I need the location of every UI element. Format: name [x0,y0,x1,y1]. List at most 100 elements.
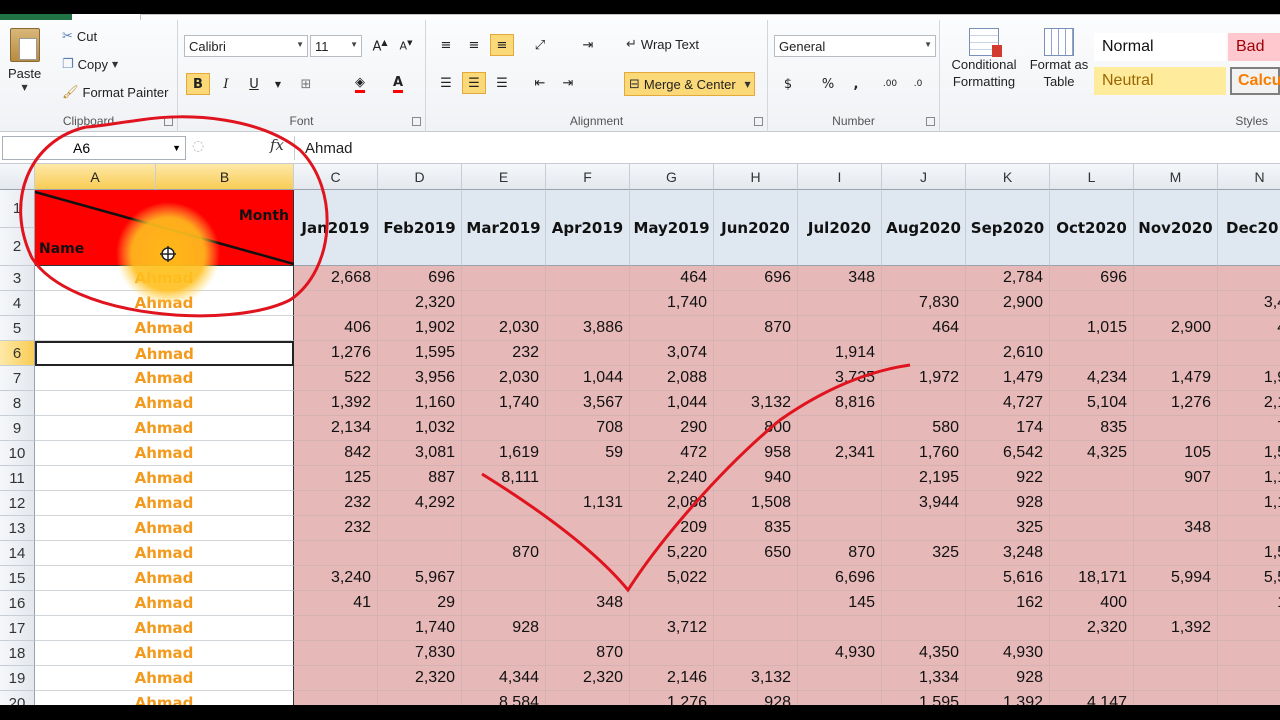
value-cell[interactable]: 4,350 [882,641,966,666]
name-cell[interactable]: Ahmad [35,391,294,416]
name-cell[interactable]: Ahmad [35,616,294,641]
italic-button[interactable]: I [214,73,238,95]
grow-font-button[interactable]: A▲ [368,35,392,57]
month-header-cell[interactable]: Oct2020 [1050,190,1134,266]
value-cell[interactable]: 348 [546,591,630,616]
value-cell[interactable] [714,641,798,666]
cut-button[interactable]: ✂ Cut [62,29,97,44]
value-cell[interactable]: 696 [378,266,462,291]
value-cell[interactable]: 696 [714,266,798,291]
row-header-17[interactable]: 17 [0,616,35,641]
value-cell[interactable]: 4,930 [966,641,1050,666]
column-header-e[interactable]: E [462,164,546,190]
row-header-16[interactable]: 16 [0,591,35,616]
value-cell[interactable]: 3,712 [630,616,714,641]
value-cell[interactable]: 928 [966,491,1050,516]
value-cell[interactable]: 928 [462,616,546,641]
value-cell[interactable] [714,366,798,391]
value-cell[interactable]: 8,111 [462,466,546,491]
row-header-14[interactable]: 14 [0,541,35,566]
month-header-cell[interactable]: Feb2019 [378,190,462,266]
value-cell[interactable]: 1,760 [882,441,966,466]
value-cell[interactable] [1134,266,1218,291]
value-cell[interactable] [378,541,462,566]
value-cell[interactable]: 1,044 [546,366,630,391]
value-cell[interactable]: 8,816 [798,391,882,416]
value-cell[interactable]: 209 [630,516,714,541]
value-cell[interactable]: 3,956 [378,366,462,391]
value-cell[interactable] [714,591,798,616]
value-cell[interactable]: 3,081 [378,441,462,466]
value-cell[interactable]: 928 [966,666,1050,691]
value-cell[interactable] [882,341,966,366]
value-cell[interactable]: 870 [798,541,882,566]
copy-button[interactable]: ❐ Copy ▼ [62,57,118,72]
value-cell[interactable]: 1,392 [1134,616,1218,641]
value-cell[interactable]: 1,972 [882,366,966,391]
value-cell[interactable]: 1,508 [714,491,798,516]
column-header-c[interactable]: C [294,164,378,190]
align-left-button[interactable]: ☰ [434,72,458,94]
value-cell[interactable] [462,516,546,541]
value-cell[interactable] [462,291,546,316]
header-merged-cell[interactable]: Month Name [35,190,294,266]
value-cell[interactable] [378,691,462,705]
value-cell[interactable]: 1,015 [1050,316,1134,341]
value-cell[interactable]: 1,276 [1134,391,1218,416]
value-cell[interactable] [882,516,966,541]
value-cell[interactable]: 922 [966,466,1050,491]
value-cell[interactable]: 4,930 [798,641,882,666]
value-cell[interactable]: 1,914 [798,341,882,366]
value-cell[interactable] [546,566,630,591]
value-cell[interactable] [546,341,630,366]
name-cell[interactable]: Ahmad [35,266,294,291]
value-cell[interactable] [882,616,966,641]
value-cell[interactable]: 2,320 [546,666,630,691]
value-cell[interactable] [798,416,882,441]
value-cell[interactable]: 1,53 [1218,441,1280,466]
value-cell[interactable]: 3,132 [714,391,798,416]
conditional-formatting-button[interactable]: Conditional Formatting [946,28,1022,90]
value-cell[interactable] [546,291,630,316]
align-right-button[interactable]: ☰ [490,72,514,94]
value-cell[interactable] [1050,541,1134,566]
value-cell[interactable] [1050,491,1134,516]
month-header-cell[interactable]: Nov2020 [1134,190,1218,266]
value-cell[interactable]: 1,619 [462,441,546,466]
value-cell[interactable] [1134,491,1218,516]
value-cell[interactable]: 4,727 [966,391,1050,416]
merge-center-button[interactable]: ⊟ Merge & Center ▼ [624,72,755,96]
value-cell[interactable]: 232 [294,491,378,516]
underline-button[interactable]: U [242,73,266,95]
value-cell[interactable]: 650 [714,541,798,566]
value-cell[interactable]: 842 [294,441,378,466]
row-header-7[interactable]: 7 [0,366,35,391]
value-cell[interactable] [294,641,378,666]
name-cell[interactable]: Ahmad [35,441,294,466]
value-cell[interactable]: 1,15 [1218,466,1280,491]
value-cell[interactable] [798,491,882,516]
value-cell[interactable]: 464 [882,316,966,341]
value-cell[interactable]: 40 [1218,316,1280,341]
value-cell[interactable] [1050,291,1134,316]
month-header-cell[interactable]: Jun2020 [714,190,798,266]
name-cell[interactable]: Ahmad [35,466,294,491]
value-cell[interactable]: 958 [714,441,798,466]
style-calculation[interactable]: Calcu [1230,67,1280,95]
value-cell[interactable]: 1,595 [378,341,462,366]
value-cell[interactable] [1218,266,1280,291]
style-neutral[interactable]: Neutral [1094,67,1226,95]
value-cell[interactable] [882,566,966,591]
decrease-indent-button[interactable]: ⇤ [528,72,552,94]
value-cell[interactable] [1134,341,1218,366]
value-cell[interactable]: 4,234 [1050,366,1134,391]
value-cell[interactable]: 12 [1218,591,1280,616]
format-as-table-button[interactable]: Format as Table [1024,28,1094,90]
value-cell[interactable]: 1,91 [1218,366,1280,391]
value-cell[interactable]: 72 [1218,416,1280,441]
decrease-decimal-button[interactable]: .0 [906,73,930,95]
font-launcher-icon[interactable] [412,117,421,126]
orientation-button[interactable]: ⤢ [528,34,552,56]
value-cell[interactable]: 522 [294,366,378,391]
value-cell[interactable]: 464 [630,266,714,291]
